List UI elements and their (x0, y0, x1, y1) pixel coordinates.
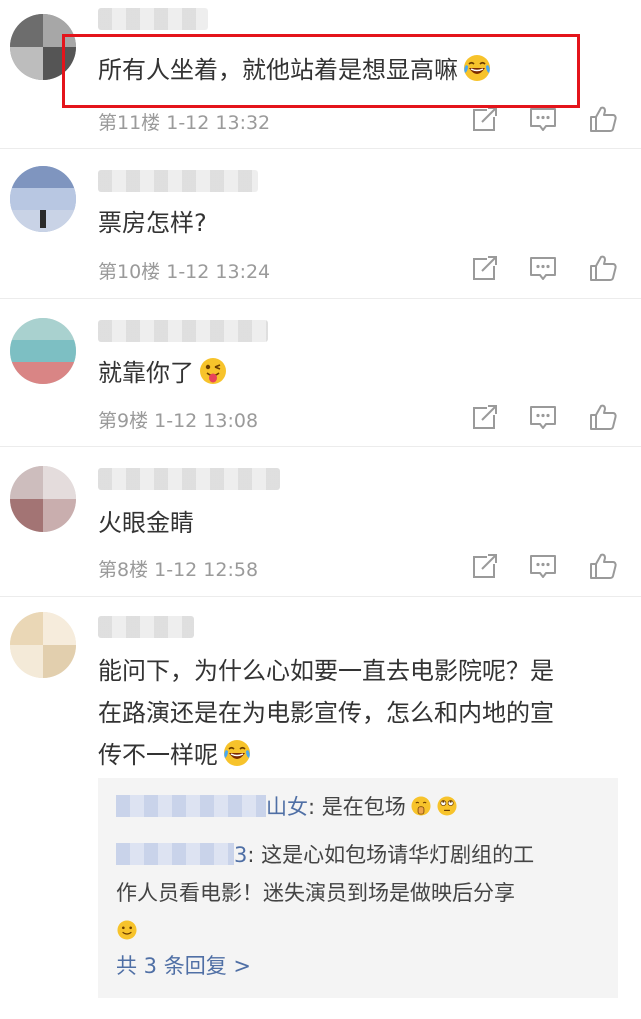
laugh-cry-emoji (222, 738, 252, 768)
floor-label: 第10楼 (98, 261, 161, 283)
comment-meta: 第9楼 1-12 13:08 (98, 406, 258, 433)
comment-icon[interactable] (528, 104, 558, 134)
thumbs-up-icon[interactable] (588, 551, 618, 581)
comment-text: 能问下，为什么心如要一直去电影院呢？是 在路演还是在为电影宣传，怎么和内地的宣 … (98, 657, 554, 769)
thumbs-up-icon[interactable] (588, 402, 618, 432)
comment-text: 就靠你了 (98, 352, 623, 394)
username-blurred[interactable] (98, 170, 258, 192)
reply-preview-box[interactable]: 山女: 是在包场 3: 这是心如包场请华灯剧组的工 作人员看电影！迷失演员到场是… (98, 778, 618, 998)
timestamp: 1-12 12:58 (154, 559, 259, 581)
reply-username-suffix[interactable]: 3 (234, 843, 247, 867)
avatar[interactable] (10, 318, 76, 384)
comment-icon[interactable] (528, 402, 558, 432)
eye-roll-emoji (436, 795, 458, 817)
username-blurred[interactable] (98, 468, 280, 490)
share-icon[interactable] (470, 551, 500, 581)
share-icon[interactable] (470, 253, 500, 283)
comment-meta: 第10楼 1-12 13:24 (98, 257, 270, 284)
thumbs-up-icon[interactable] (588, 253, 618, 283)
comment-meta: 第11楼 1-12 13:32 (98, 108, 270, 135)
comment-meta: 第8楼 1-12 12:58 (98, 555, 258, 582)
comment-text: 票房怎样? (98, 209, 207, 237)
divider (0, 298, 641, 299)
timestamp: 1-12 13:32 (166, 112, 271, 134)
username-blurred[interactable] (98, 616, 194, 638)
reply-item: 3: 这是心如包场请华灯剧组的工 作人员看电影！迷失演员到场是做映后分享 (116, 836, 602, 950)
floor-label: 第11楼 (98, 112, 161, 134)
avatar[interactable] (10, 612, 76, 678)
username-blurred[interactable] (98, 320, 268, 342)
smile-emoji (116, 919, 138, 941)
divider (0, 446, 641, 447)
reply-username-suffix[interactable]: 山女 (266, 795, 308, 819)
divider (0, 148, 641, 149)
divider (0, 596, 641, 597)
more-replies-link[interactable]: 共 3 条回复 > (116, 950, 251, 980)
username-blurred[interactable] (98, 8, 208, 30)
avatar[interactable] (10, 466, 76, 532)
reply-username-blurred[interactable] (116, 795, 266, 817)
reply-username-blurred[interactable] (116, 843, 234, 865)
timestamp: 1-12 13:24 (166, 261, 271, 283)
floor-label: 第9楼 (98, 410, 149, 432)
comment-text: 火眼金睛 (98, 509, 194, 537)
highlight-box (62, 34, 580, 108)
share-icon[interactable] (470, 402, 500, 432)
floor-label: 第8楼 (98, 559, 149, 581)
avatar[interactable] (10, 166, 76, 232)
thumbs-up-icon[interactable] (588, 104, 618, 134)
reply-item: 山女: 是在包场 (116, 788, 602, 826)
share-icon[interactable] (470, 104, 500, 134)
timestamp: 1-12 13:08 (154, 410, 259, 432)
comment-icon[interactable] (528, 253, 558, 283)
tongue-wink-emoji (198, 356, 228, 386)
shush-emoji (410, 795, 432, 817)
comment-icon[interactable] (528, 551, 558, 581)
